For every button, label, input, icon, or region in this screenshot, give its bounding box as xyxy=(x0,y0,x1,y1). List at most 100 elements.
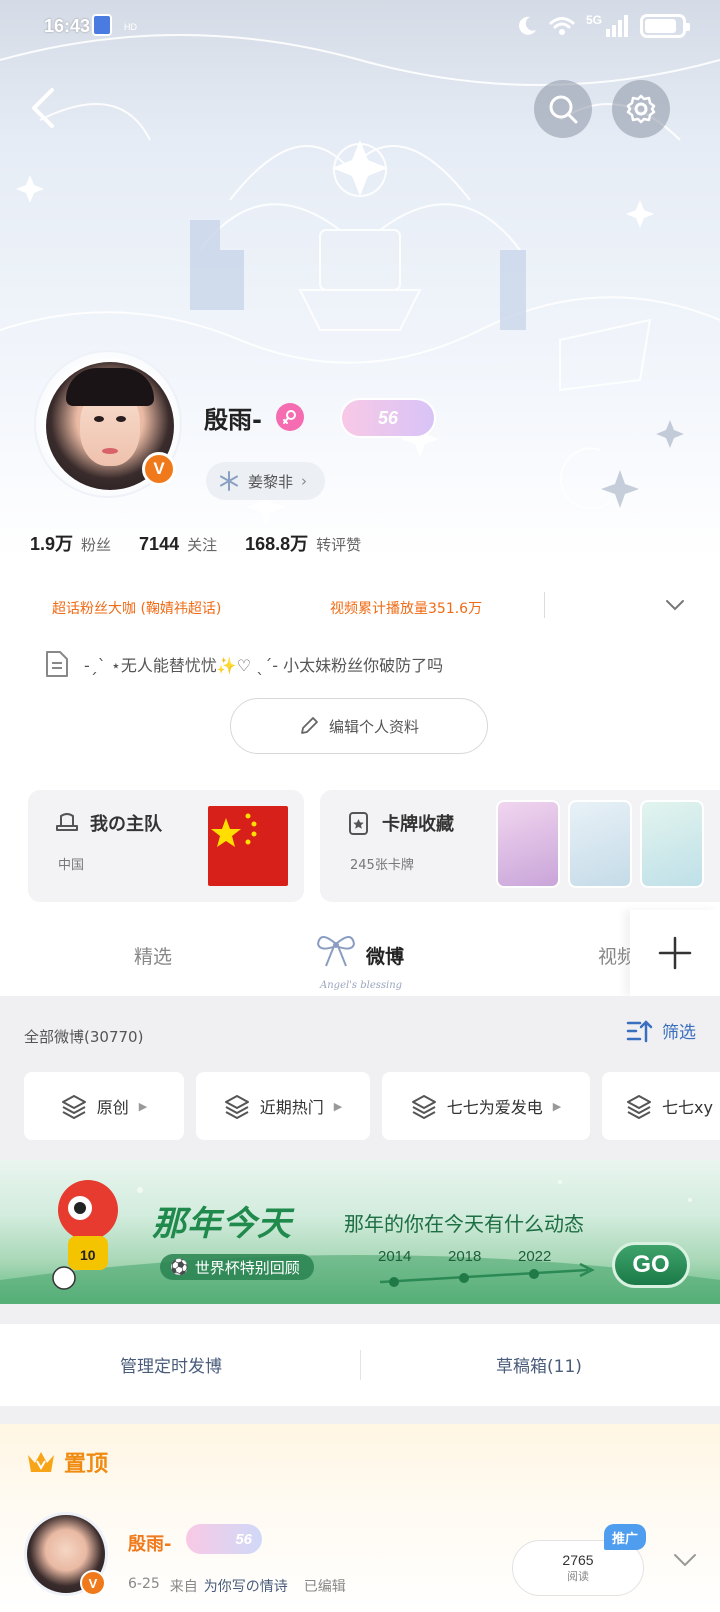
soccer-ball-icon: ⚽ xyxy=(170,1258,189,1276)
filter-button[interactable]: 筛选 xyxy=(626,1018,696,1043)
team-card-subtitle: 中国 xyxy=(58,858,85,873)
back-arrow-icon[interactable] xyxy=(24,84,64,132)
settings-button[interactable] xyxy=(612,80,670,138)
filter-label: 筛选 xyxy=(662,1023,696,1043)
stat-reposts[interactable]: 168.8万 转评赞 xyxy=(245,530,361,556)
svg-text:10: 10 xyxy=(80,1247,96,1263)
profile-tag-chip[interactable]: 姜黎非 › xyxy=(206,462,326,500)
card-collection-subtitle: 245张卡牌 xyxy=(350,858,414,873)
pinned-label-text: 置顶 xyxy=(64,1452,109,1477)
profile-stats: 1.9万 粉丝 7144 关注 168.8万 转评赞 xyxy=(30,530,389,556)
hd-icon: HD xyxy=(124,22,137,32)
snowflake-icon xyxy=(220,471,238,491)
wifi-icon xyxy=(549,17,575,35)
post-level-number: 56 xyxy=(235,1530,252,1548)
status-icons: 5G xyxy=(516,12,690,40)
promo-pill: ⚽ 世界杯特别回顾 xyxy=(160,1254,314,1280)
avatar-eye-left xyxy=(94,416,104,422)
document-icon xyxy=(46,651,68,677)
status-bar: 16:43 HD 5G xyxy=(0,0,720,56)
divider xyxy=(544,592,545,618)
chevron-down-icon[interactable] xyxy=(664,594,686,616)
card-thumbnail[interactable] xyxy=(568,800,632,888)
card-collection[interactable]: 卡牌收藏 245张卡牌 xyxy=(320,790,720,902)
crown-icon xyxy=(28,1452,54,1472)
tab-featured[interactable]: 精选 xyxy=(134,942,172,969)
post-meta: 6-25 来自 为你写の情诗 已编辑 xyxy=(128,1576,346,1596)
filter-chip-more[interactable]: 七七xy xyxy=(602,1072,720,1140)
stat-value: 168.8万 xyxy=(245,534,309,554)
honor-item[interactable]: 视频累计播放量351.6万 xyxy=(330,598,482,618)
filter-chip-custom[interactable]: 七七为爱发电 ▶ xyxy=(382,1072,590,1140)
verified-badge: V xyxy=(80,1570,106,1596)
hat-icon xyxy=(56,813,78,831)
filter-chip-original[interactable]: 原创 ▶ xyxy=(24,1072,184,1140)
layers-icon xyxy=(61,1095,86,1119)
profile-tag-label: 姜黎非 xyxy=(248,472,294,491)
honor-item[interactable]: 超话粉丝大咖 (鞠婧祎超话) xyxy=(52,598,221,618)
promo-title: 那年今天 xyxy=(152,1204,292,1244)
stat-value: 1.9万 xyxy=(30,534,74,554)
promote-tag[interactable]: 推广 xyxy=(604,1524,647,1550)
scheduled-posts-button[interactable]: 管理定时发博 xyxy=(120,1352,222,1377)
china-flag xyxy=(208,806,288,886)
pinned-post[interactable]: 置顶 V 殷雨- 56 6-25 来自 为你写の情诗 已编辑 2765 阅读 推… xyxy=(0,1424,720,1612)
feed-count: 全部微博(30770) xyxy=(24,1028,144,1046)
stat-value: 7144 xyxy=(139,534,180,554)
tab-weibo[interactable]: 微博 xyxy=(366,942,404,969)
card-thumbnail[interactable] xyxy=(640,800,704,888)
chevron-right-icon: › xyxy=(301,472,308,490)
battery-level xyxy=(645,19,676,33)
app-notification-icon xyxy=(92,14,112,36)
drafts-button[interactable]: 草稿箱(11) xyxy=(496,1352,582,1377)
avatar-hair xyxy=(66,368,154,406)
chevron-down-icon[interactable] xyxy=(672,1550,698,1570)
play-arrow-icon: ▶ xyxy=(333,1099,343,1113)
search-button[interactable] xyxy=(534,80,592,138)
team-card[interactable]: 我の主队 中国 xyxy=(28,790,304,902)
chip-label: 七七为爱发电 xyxy=(446,1098,543,1117)
sort-icon xyxy=(626,1019,653,1042)
edit-profile-button[interactable]: 编辑个人资料 xyxy=(230,698,488,754)
level-badge[interactable]: 56 xyxy=(340,398,436,438)
profile-tabs: 精选 微博 Angel's blessing 视频 xyxy=(0,910,720,996)
chip-label: 近期热门 xyxy=(259,1098,324,1117)
team-card-title: 我の主队 xyxy=(54,810,162,836)
add-tab-button[interactable] xyxy=(630,910,720,996)
level-number: 56 xyxy=(377,407,399,428)
network-type: 5G xyxy=(585,13,602,27)
post-source-prefix: 来自 xyxy=(169,1579,198,1595)
promo-year: 2014 xyxy=(378,1248,412,1265)
stat-following[interactable]: 7144 关注 xyxy=(139,534,217,555)
go-button[interactable]: GO xyxy=(612,1242,690,1288)
play-arrow-icon: ▶ xyxy=(552,1099,562,1113)
gear-icon xyxy=(626,94,656,124)
pencil-icon xyxy=(301,717,318,734)
stat-label: 关注 xyxy=(187,536,218,554)
layers-icon xyxy=(224,1095,249,1119)
read-label: 阅读 xyxy=(567,1570,589,1583)
post-source[interactable]: 为你写の情诗 xyxy=(204,1576,288,1596)
moon-icon xyxy=(519,16,536,35)
bio-text: -ˏˋ ⋆无人能替忧忧✨♡ ˎˊ- 小太妹粉丝你破防了吗 xyxy=(84,656,444,675)
pinned-label: 置顶 xyxy=(26,1446,108,1478)
chip-label: 原创 xyxy=(96,1098,129,1117)
promo-year: 2022 xyxy=(518,1248,552,1265)
on-this-day-banner[interactable]: 10 那年今天 那年的你在今天有什么动态 ⚽ 世界杯特别回顾 2014 2018… xyxy=(0,1160,720,1304)
avatar-eye-right xyxy=(116,416,126,422)
signal-icon xyxy=(606,15,628,37)
avatar-lip xyxy=(102,448,118,454)
card-collection-title: 卡牌收藏 xyxy=(346,810,454,836)
card-star-icon xyxy=(349,812,368,835)
filter-chip-hot[interactable]: 近期热门 ▶ xyxy=(196,1072,370,1140)
card-thumbnail[interactable] xyxy=(496,800,560,888)
read-count: 2765 xyxy=(562,1552,594,1568)
stat-followers[interactable]: 1.9万 粉丝 xyxy=(30,530,111,556)
team-card-title-text: 我の主队 xyxy=(90,814,162,835)
promo-subtitle: 那年的你在今天有什么动态 xyxy=(344,1212,584,1236)
layers-icon xyxy=(411,1095,436,1119)
tab-decoration-text: Angel's blessing xyxy=(320,980,403,991)
verified-badge: V xyxy=(142,452,176,486)
post-edited: 已编辑 xyxy=(303,1579,346,1595)
post-author-name[interactable]: 殷雨- xyxy=(128,1530,171,1556)
